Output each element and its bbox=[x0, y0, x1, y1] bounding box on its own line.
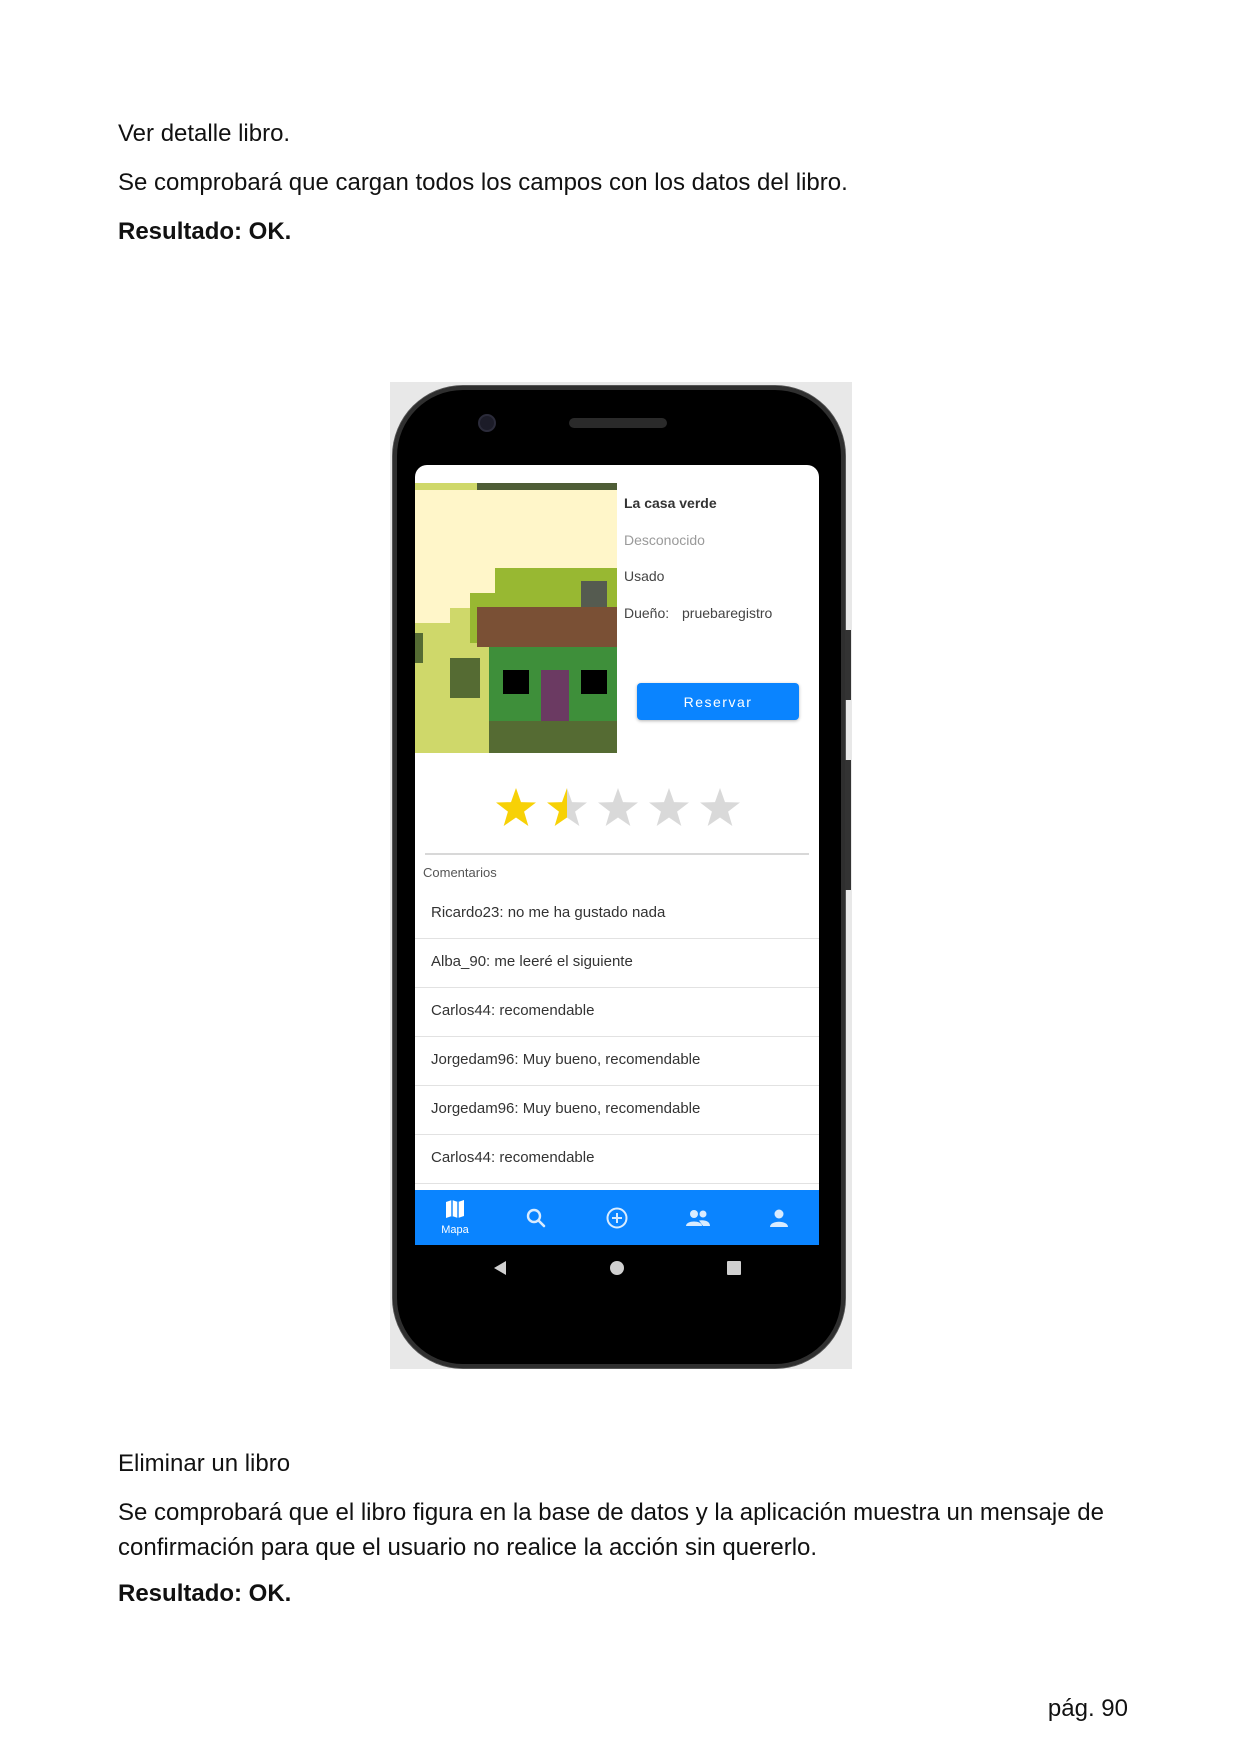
comment-item[interactable]: Alba_90: me leeré el siguiente bbox=[415, 939, 819, 988]
star-icon[interactable] bbox=[496, 788, 536, 826]
rating-stars[interactable] bbox=[493, 785, 743, 831]
reserve-button[interactable]: Reservar bbox=[637, 683, 799, 720]
app-screen: La casa verde Desconocido Usado Dueño: p… bbox=[415, 465, 819, 1245]
home-icon[interactable] bbox=[608, 1259, 626, 1277]
speaker-grille bbox=[569, 418, 667, 428]
bottom-navigation: Mapa bbox=[415, 1190, 819, 1245]
star-icon[interactable] bbox=[649, 788, 689, 826]
system-navigation-bar bbox=[415, 1245, 819, 1293]
volume-button bbox=[845, 760, 851, 890]
star-icon[interactable] bbox=[547, 788, 587, 826]
star-icon[interactable] bbox=[700, 788, 740, 826]
page-number: pág. 90 bbox=[1047, 1695, 1128, 1722]
nav-item-people[interactable] bbox=[658, 1190, 738, 1245]
result-view-detail: Resultado: OK. bbox=[118, 218, 292, 245]
power-button bbox=[845, 630, 851, 700]
book-condition: Usado bbox=[624, 568, 665, 584]
nav-item-search[interactable] bbox=[496, 1190, 576, 1245]
add-circle-icon bbox=[606, 1207, 628, 1229]
nav-item-mapa[interactable]: Mapa bbox=[415, 1190, 495, 1245]
comment-item[interactable]: Jorgedam96: Muy bueno, recomendable bbox=[415, 1086, 819, 1135]
person-icon bbox=[770, 1209, 788, 1227]
book-author: Desconocido bbox=[624, 532, 705, 548]
owner-value: pruebaregistro bbox=[682, 605, 773, 621]
section-description-delete-book: Se comprobará que el libro figura en la … bbox=[118, 1499, 1104, 1561]
map-icon bbox=[446, 1200, 464, 1218]
section-title-delete-book: Eliminar un libro bbox=[118, 1450, 291, 1477]
recents-icon[interactable] bbox=[725, 1259, 743, 1277]
comment-list: Ricardo23: no me ha gustado nada Alba_90… bbox=[415, 890, 819, 1184]
comments-heading: Comentarios bbox=[423, 865, 497, 880]
star-icon[interactable] bbox=[598, 788, 638, 826]
nav-item-add[interactable] bbox=[577, 1190, 657, 1245]
people-icon bbox=[686, 1210, 710, 1226]
nav-item-profile[interactable] bbox=[739, 1190, 819, 1245]
owner-label: Dueño: bbox=[624, 605, 670, 621]
result-delete-book: Resultado: OK. bbox=[118, 1580, 292, 1607]
comment-item[interactable]: Jorgedam96: Muy bueno, recomendable bbox=[415, 1037, 819, 1086]
section-description-view-detail: Se comprobará que cargan todos los campo… bbox=[118, 169, 848, 196]
comment-item[interactable]: Ricardo23: no me ha gustado nada bbox=[415, 890, 819, 939]
comment-item[interactable]: Carlos44: recomendable bbox=[415, 1135, 819, 1184]
camera-icon bbox=[478, 414, 496, 432]
section-title-view-detail: Ver detalle libro. bbox=[118, 120, 291, 147]
nav-label-mapa: Mapa bbox=[441, 1224, 469, 1236]
divider bbox=[425, 853, 809, 855]
book-title: La casa verde bbox=[624, 495, 717, 511]
comment-item[interactable]: Carlos44: recomendable bbox=[415, 988, 819, 1037]
back-icon[interactable] bbox=[491, 1259, 509, 1277]
book-cover-image bbox=[415, 483, 617, 753]
search-icon bbox=[526, 1208, 546, 1228]
